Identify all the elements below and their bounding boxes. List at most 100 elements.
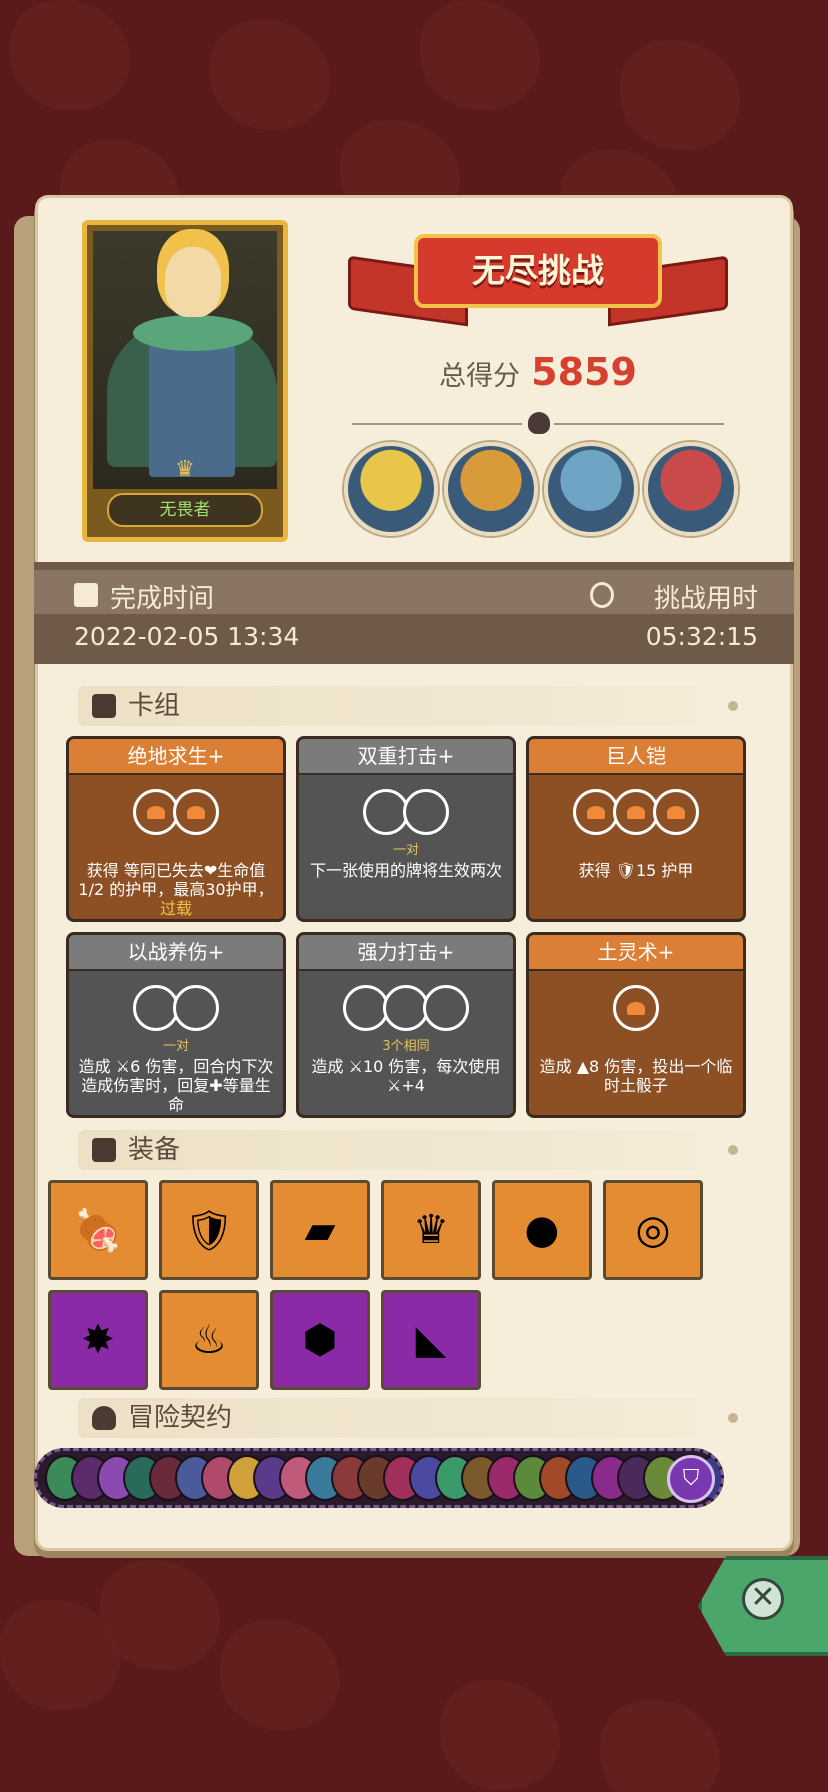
boss-portrait[interactable] — [544, 442, 638, 536]
card-dice-requirement: 一对 — [162, 1039, 189, 1054]
meat-icon: 🍖 — [73, 1207, 123, 1254]
boss-portrait[interactable] — [644, 442, 738, 536]
card-description: 造成 ⚔10 伤害，每次使用 ⚔+4 — [299, 1053, 513, 1095]
card-description-text: 下一张使用的牌将生效两次 — [309, 861, 502, 880]
hero-scarf — [133, 315, 253, 351]
moss-stone-icon: ▰ — [304, 1207, 336, 1253]
dark-cube-icon: ✸ — [81, 1317, 115, 1363]
flame-icon: ♨ — [191, 1317, 227, 1363]
finish-time-label: 完成时间 — [110, 584, 215, 614]
dice-cost-slots — [299, 789, 513, 837]
deck-card[interactable]: 以战养伤+ 一对 造成 ⚔6 伤害，回合内下次造成伤害时，回复✚等量生命 — [66, 932, 286, 1118]
hero-name: 无畏者 — [107, 493, 263, 527]
card-title: 土灵术+ — [529, 935, 743, 971]
calendar-icon — [74, 583, 98, 607]
card-title: 以战养伤+ — [69, 935, 283, 971]
card-description-text: 造成 ▲8 伤害，投出一个临时土骰子 — [539, 1057, 733, 1095]
dice-cost-slots — [529, 789, 743, 837]
card-title: 绝地求生+ — [69, 739, 283, 775]
score-label: 总得分 — [439, 361, 521, 392]
equipment-slot[interactable]: ▰ — [270, 1180, 370, 1280]
score-value: 5859 — [531, 350, 637, 394]
card-description-text: 造成 ⚔10 伤害，每次使用 ⚔+4 — [311, 1057, 501, 1095]
decor-dot — [728, 1145, 738, 1155]
dice-slot-icon — [613, 985, 659, 1031]
crown-icon: ♛ — [175, 457, 195, 482]
equipment-slot[interactable]: 🍖 — [48, 1180, 148, 1280]
card-description-text: 获得 🛡15 护甲 — [578, 861, 694, 880]
divider-line-left — [352, 423, 522, 425]
boss-divider — [336, 412, 740, 434]
dice-cost-slots — [529, 985, 743, 1033]
boss-portrait[interactable] — [344, 442, 438, 536]
equipment-slot[interactable]: ● — [492, 1180, 592, 1280]
contract-strip[interactable]: ⛉ — [34, 1448, 724, 1508]
card-description: 获得 等同已失去❤生命值1/2 的护甲，最高30护甲，过载 — [69, 857, 283, 918]
duration-value: 05:32:15 — [645, 622, 758, 651]
card-title: 巨人铠 — [529, 739, 743, 775]
defeated-bosses — [344, 442, 740, 538]
card-dice-requirement — [69, 839, 283, 857]
deck-card[interactable]: 双重打击+ 一对 下一张使用的牌将生效两次 — [296, 736, 516, 922]
dice-slot-icon — [653, 789, 699, 835]
equipment-grid: 🍖 🛡 ▰ ♛ ● ◎ ✸ ♨ ⬢ ◣ — [48, 1180, 708, 1390]
card-description: 获得 🛡15 护甲 — [529, 857, 743, 880]
mode-ribbon: 无尽挑战 — [348, 224, 728, 336]
decor-dot — [728, 1413, 738, 1423]
deck-section-header: 卡组 — [78, 686, 738, 726]
mode-title: 无尽挑战 — [414, 234, 662, 308]
deck-card[interactable]: 绝地求生+ 获得 等同已失去❤生命值1/2 的护甲，最高30护甲，过载 — [66, 736, 286, 922]
skull-icon — [528, 412, 550, 434]
deck-card[interactable]: 巨人铠获得 🛡15 护甲 — [526, 736, 746, 922]
stopwatch-icon — [590, 582, 614, 608]
equipment-slot[interactable]: ✸ — [48, 1290, 148, 1390]
equipment-slot[interactable]: ♨ — [159, 1290, 259, 1390]
equipment-slot[interactable]: ♛ — [381, 1180, 481, 1280]
box-icon — [92, 1138, 116, 1162]
dice-cost-slots — [69, 985, 283, 1033]
duration-label: 挑战用时 — [653, 584, 758, 614]
card-description: 造成 ▲8 伤害，投出一个临时土骰子 — [529, 1053, 743, 1095]
contracts-section-title: 冒险契约 — [128, 1403, 233, 1433]
dice-cost-slots — [299, 985, 513, 1033]
cards-icon — [92, 694, 116, 718]
card-dice-requirement — [529, 839, 743, 857]
equipment-section-header: 装备 — [78, 1130, 738, 1170]
equipment-slot[interactable]: 🛡 — [159, 1180, 259, 1280]
card-title: 强力打击+ — [299, 935, 513, 971]
equipment-slot[interactable]: ◎ — [603, 1180, 703, 1280]
person-icon — [92, 1406, 116, 1430]
card-dice-requirement: 一对 — [392, 843, 419, 858]
score-row: 总得分 5859 — [348, 350, 728, 394]
dice-slot-icon — [403, 789, 449, 835]
boss-portrait[interactable] — [444, 442, 538, 536]
hero-card[interactable]: ♛ 无畏者 — [82, 220, 288, 542]
deck-cards: 绝地求生+ 获得 等同已失去❤生命值1/2 的护甲，最高30护甲，过载 双重打击+ 一… — [66, 736, 764, 1118]
gold-gem-icon: ⬢ — [302, 1317, 338, 1363]
divider-line-right — [554, 423, 724, 425]
finish-time-value: 2022-02-05 13:34 — [74, 622, 300, 651]
decor-dot — [728, 701, 738, 711]
deck-card[interactable]: 土灵术+ 造成 ▲8 伤害，投出一个临时土骰子 — [526, 932, 746, 1118]
card-description-text: 获得 等同已失去❤生命值1/2 的护甲，最高30护甲， — [78, 861, 274, 899]
equipment-section-title: 装备 — [128, 1135, 181, 1165]
dice-slot-icon — [173, 789, 219, 835]
card-dice-requirement: 3个相同 — [382, 1039, 430, 1054]
dice-slot-icon — [423, 985, 469, 1031]
equipment-slot[interactable]: ◣ — [381, 1290, 481, 1390]
hero-portrait — [93, 231, 277, 489]
close-icon[interactable]: ✕ — [742, 1578, 784, 1620]
card-description: 下一张使用的牌将生效两次 — [299, 857, 513, 880]
card-dice-requirement — [529, 1035, 743, 1053]
deck-card[interactable]: 强力打击+ 3个相同造成 ⚔10 伤害，每次使用 ⚔+4 — [296, 932, 516, 1118]
dice-cost-slots — [69, 789, 283, 837]
cheese-icon: ◣ — [415, 1317, 447, 1363]
card-keyword: 过载 — [159, 899, 192, 918]
equipment-slot[interactable]: ⬢ — [270, 1290, 370, 1390]
shield-badge-icon[interactable]: ⛉ — [667, 1455, 715, 1503]
crown-icon: ♛ — [413, 1207, 449, 1253]
dice-slot-icon — [173, 985, 219, 1031]
shield-face-icon: 🛡 — [183, 1207, 235, 1254]
ring-plate-icon: ◎ — [635, 1207, 671, 1253]
time-header-row: 完成时间 挑战用时 — [34, 570, 794, 614]
